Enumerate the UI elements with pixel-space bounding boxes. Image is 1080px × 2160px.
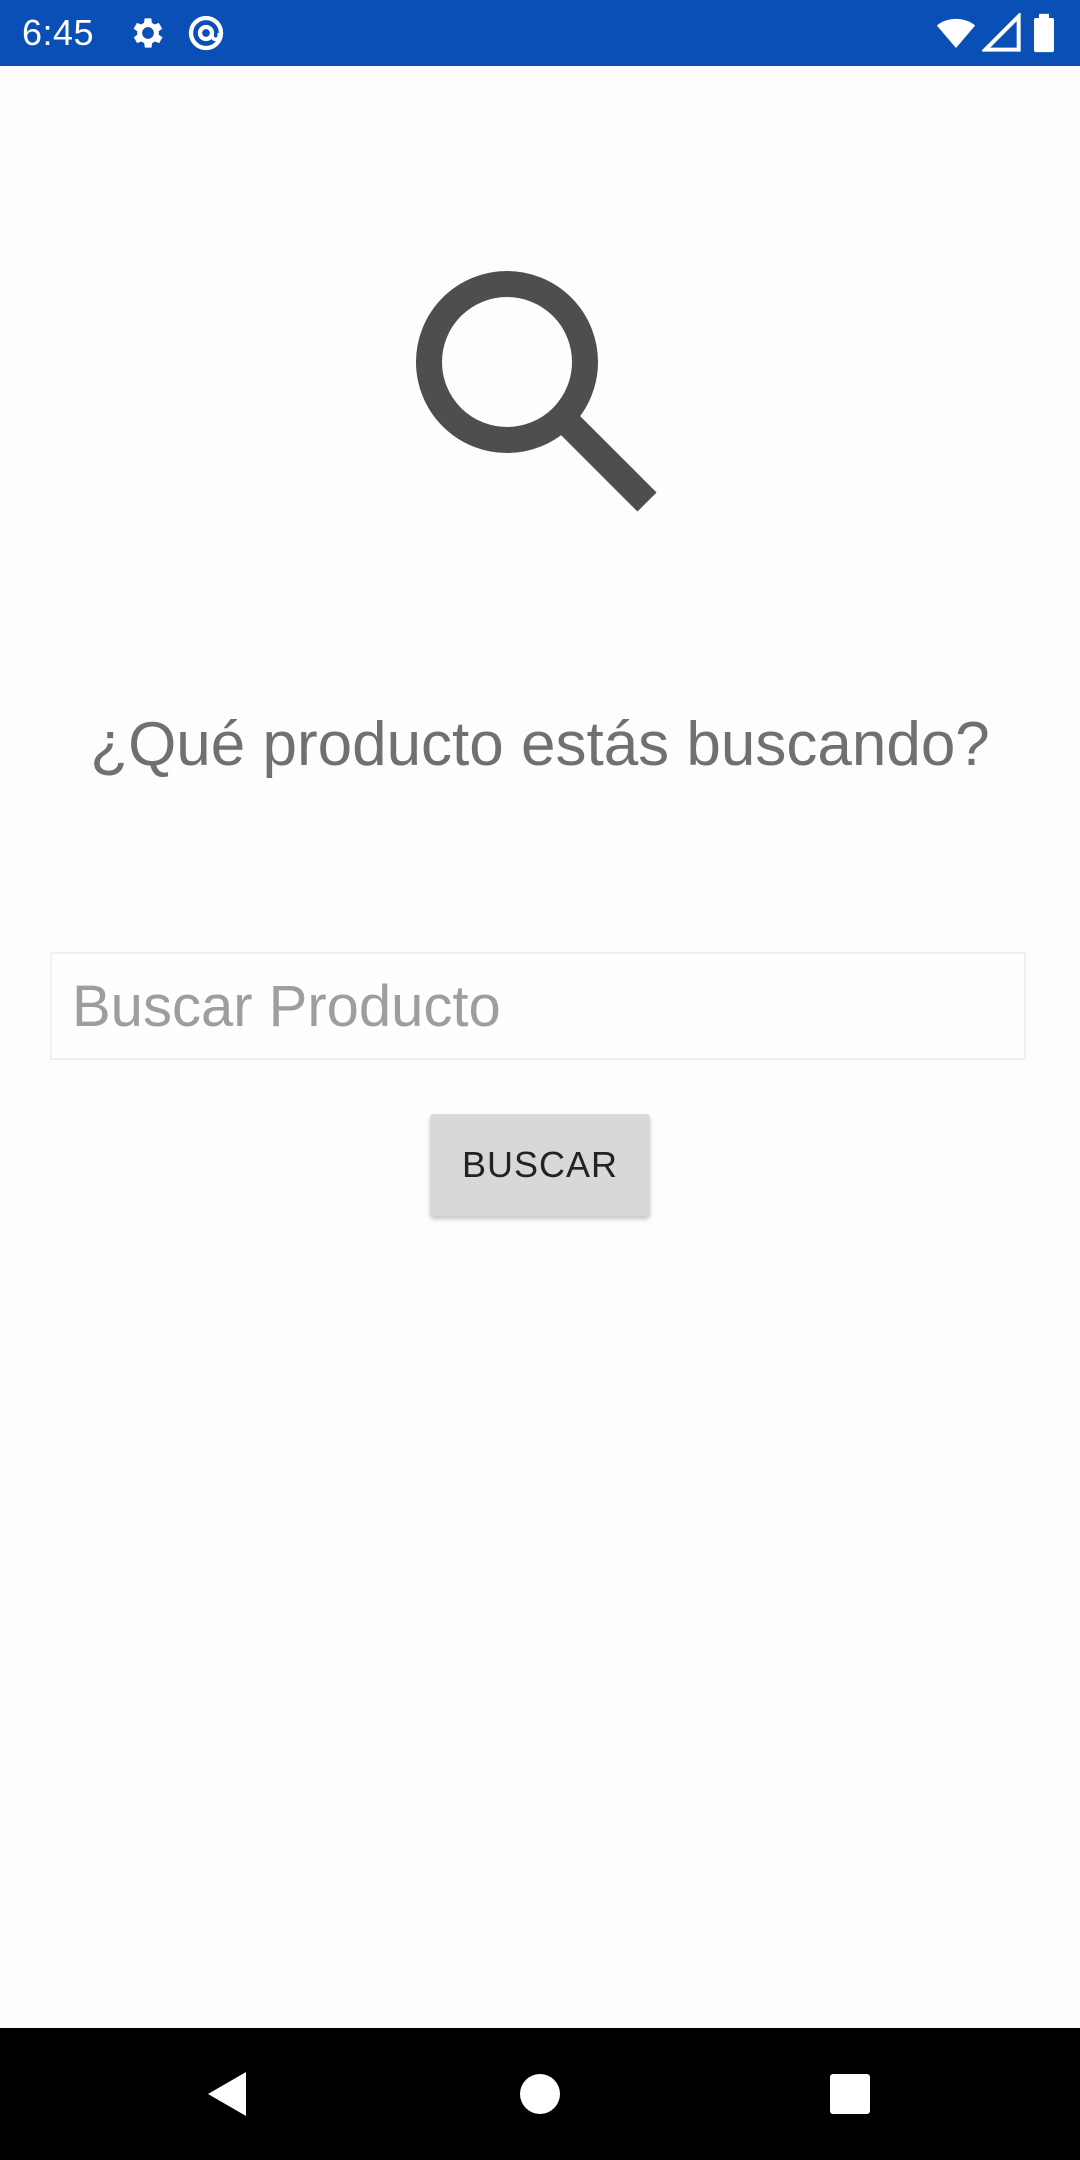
search-icon — [410, 265, 670, 525]
search-prompt: ¿Qué producto estás buscando? — [90, 710, 990, 779]
recents-icon[interactable] — [820, 2064, 880, 2124]
gear-icon — [128, 13, 168, 53]
at-sign-icon — [186, 13, 226, 53]
search-button[interactable]: BUSCAR — [430, 1114, 650, 1216]
status-time: 6:45 — [22, 12, 95, 53]
back-icon[interactable] — [198, 2064, 258, 2124]
search-input[interactable] — [50, 952, 1026, 1060]
home-icon[interactable] — [510, 2064, 570, 2124]
wifi-icon — [936, 13, 976, 53]
navigation-bar — [0, 2028, 1080, 2160]
battery-icon — [1030, 13, 1058, 53]
cell-signal-icon — [982, 13, 1022, 53]
status-bar: 6:45 — [0, 0, 1080, 66]
search-product-screen: 6:45 ¿Qué producto estás buscando? Busca… — [0, 0, 1080, 2160]
